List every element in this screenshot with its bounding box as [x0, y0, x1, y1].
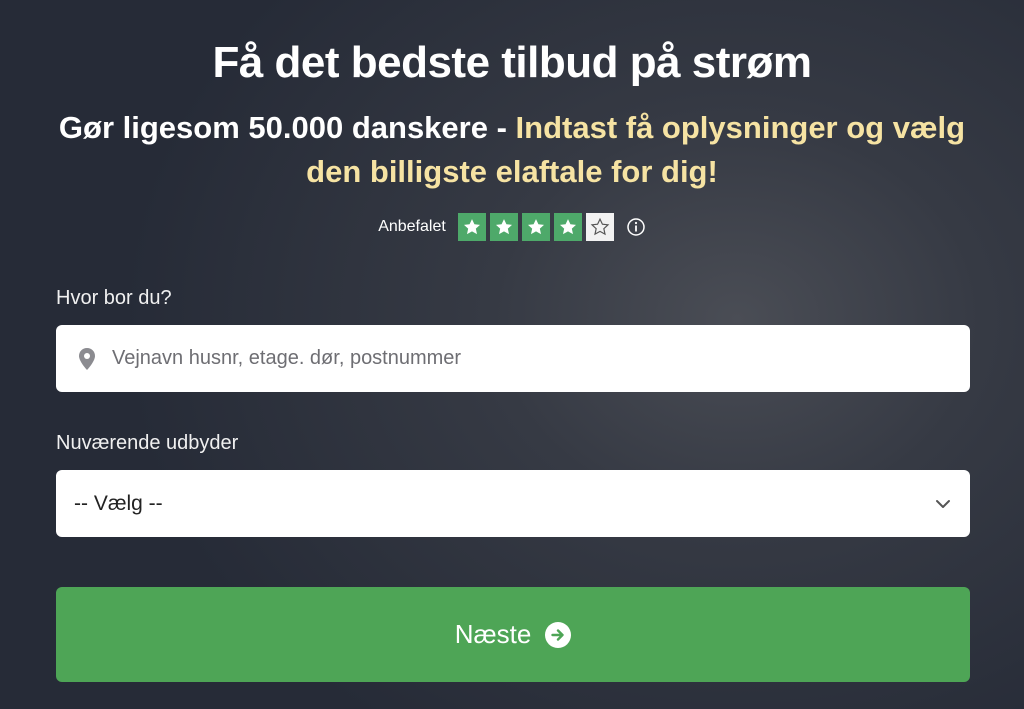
rating-widget: Anbefalet: [0, 213, 1024, 241]
subtitle-white-part: Gør ligesom 50.000 danskere -: [58, 110, 516, 145]
star-icon: [457, 213, 486, 241]
star-icon: [553, 213, 582, 241]
arrow-right-circle-icon: [545, 621, 572, 648]
provider-label: Nuværende udbyder: [56, 432, 239, 454]
address-input[interactable]: Vejnavn husnr, etage. dør, postnummer: [56, 325, 970, 392]
next-button-label: Næste: [454, 619, 532, 649]
page-title: Få det bedste tilbud på strøm: [212, 38, 812, 87]
rating-label: Anbefalet: [378, 218, 446, 235]
provider-selected-value: -- Vælg --: [74, 491, 163, 515]
chevron-down-icon: [936, 499, 950, 508]
address-label: Hvor bor du?: [56, 287, 172, 309]
location-pin-icon: [79, 347, 95, 370]
address-placeholder: Vejnavn husnr, etage. dør, postnummer: [112, 347, 462, 369]
star-icon: [521, 213, 550, 241]
next-button[interactable]: Næste: [56, 587, 970, 682]
star-icon: [489, 213, 518, 241]
info-icon[interactable]: [626, 217, 646, 237]
page-subtitle: Gør ligesom 50.000 danskere - Indtast få…: [30, 106, 994, 194]
star-empty-icon: [585, 213, 614, 241]
provider-select[interactable]: -- Vælg --: [56, 470, 970, 537]
